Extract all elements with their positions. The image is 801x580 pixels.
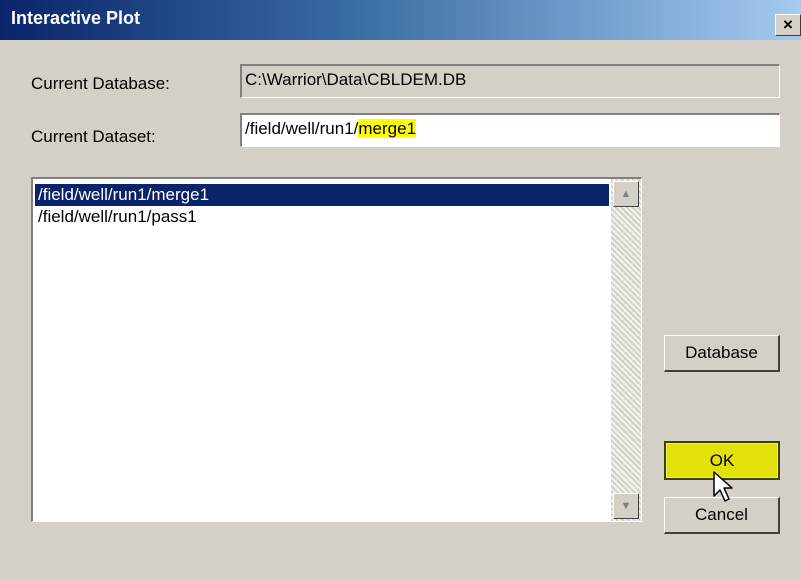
mouse-pointer-icon [713, 471, 733, 502]
dataset-name-highlight: merge1 [358, 119, 417, 138]
current-database-field: C:\Warrior\Data\CBLDEM.DB [240, 64, 780, 98]
current-dataset-input[interactable]: /field/well/run1/merge1 [240, 113, 780, 147]
current-database-label: Current Database: [31, 74, 170, 93]
window-title: Interactive Plot [11, 8, 141, 28]
dataset-listbox[interactable]: /field/well/run1/merge1 /field/well/run1… [31, 177, 642, 522]
close-icon: × [783, 15, 793, 34]
database-button[interactable]: Database [664, 335, 780, 372]
list-item[interactable]: /field/well/run1/merge1 [35, 184, 609, 206]
dataset-path-prefix: /field/well/run1/ [245, 119, 359, 138]
scroll-up-button[interactable]: ▲ [613, 181, 639, 207]
scroll-down-arrow-icon: ▼ [620, 500, 632, 512]
vertical-scrollbar[interactable]: ▲ ▼ [611, 179, 641, 521]
scroll-up-arrow-icon: ▲ [620, 188, 632, 200]
current-dataset-label: Current Dataset: [31, 127, 156, 146]
scroll-down-button[interactable]: ▼ [613, 493, 639, 519]
close-button[interactable]: × [775, 14, 801, 36]
title-bar[interactable]: Interactive Plot × [0, 0, 801, 40]
list-item[interactable]: /field/well/run1/pass1 [35, 206, 609, 228]
